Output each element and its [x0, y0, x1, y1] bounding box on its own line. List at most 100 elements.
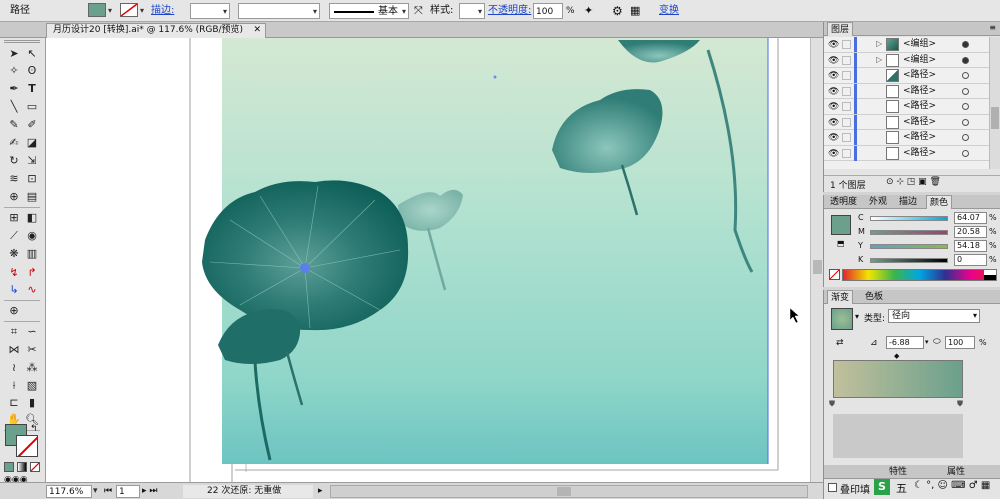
tab-stroke[interactable]: 描边: [896, 195, 920, 209]
layer-name[interactable]: <路径>: [903, 116, 936, 129]
stroke-color-swatch[interactable]: [120, 3, 138, 17]
yellow-track[interactable]: [870, 244, 948, 249]
lock-toggle[interactable]: [842, 133, 851, 142]
layer-name[interactable]: <路径>: [903, 85, 936, 98]
pen-tool-icon[interactable]: ✒: [6, 81, 22, 97]
target-circle-icon[interactable]: [962, 118, 969, 126]
color-mode-icon[interactable]: [4, 462, 14, 472]
ime-logo-icon[interactable]: S: [874, 479, 890, 495]
gradient-type-select[interactable]: 径向 ▾: [888, 309, 980, 323]
blob-brush-tool-icon[interactable]: ✍: [6, 135, 22, 151]
graph-tool-icon[interactable]: ▥: [24, 246, 40, 262]
gradient-tool-icon[interactable]: ◧: [24, 210, 40, 226]
visibility-eye-icon[interactable]: 👁︎: [828, 71, 839, 81]
angle-dropdown-icon[interactable]: ▾: [925, 338, 929, 346]
gradient-mode-icon[interactable]: [17, 462, 27, 472]
vertical-scrollbar[interactable]: [810, 38, 823, 482]
slice-tool-icon[interactable]: ↳: [6, 282, 22, 298]
align-icon[interactable]: ▦: [630, 3, 640, 19]
stroke-dropdown-icon[interactable]: ▾: [140, 3, 144, 19]
visibility-eye-icon[interactable]: 👁︎: [828, 87, 839, 97]
crosshair-target-icon[interactable]: ⊕: [6, 303, 22, 319]
magenta-track[interactable]: [870, 230, 948, 235]
gradient-dropdown-icon[interactable]: ▾: [855, 312, 859, 321]
tab-swatches[interactable]: 色板: [862, 290, 886, 304]
scrollbar-thumb[interactable]: [557, 487, 571, 496]
magenta-value[interactable]: 20.58: [954, 226, 987, 238]
graphic-style-select[interactable]: ▾: [459, 3, 485, 19]
lasso-tool-icon[interactable]: ʘ: [24, 63, 40, 79]
cyan-value[interactable]: 64.07: [954, 212, 987, 224]
artboard-tool-icon[interactable]: ⌗: [6, 324, 22, 340]
target-circle-icon[interactable]: [962, 103, 969, 110]
gradient-preview-swatch[interactable]: [831, 308, 853, 330]
close-icon[interactable]: ✕: [253, 24, 261, 37]
gradient-stop-right[interactable]: ⛊: [957, 399, 963, 409]
toolbox-grip[interactable]: [4, 40, 40, 43]
visibility-eye-icon[interactable]: 👁︎: [828, 40, 839, 50]
horizontal-scrollbar[interactable]: [330, 485, 808, 498]
lock-toggle[interactable]: [842, 71, 851, 80]
yellow-slider[interactable]: Y 54.18 %: [858, 240, 998, 253]
visibility-eye-icon[interactable]: 👁︎: [828, 133, 839, 143]
canvas-area[interactable]: [46, 38, 823, 482]
gradient-stop-left[interactable]: ⛊: [829, 399, 835, 409]
layers-scrollbar[interactable]: [989, 37, 1000, 169]
scrollbar-thumb[interactable]: [991, 107, 999, 129]
mesh-tool-icon[interactable]: ⊞: [6, 210, 22, 226]
recolor-icon[interactable]: ✦: [584, 3, 593, 19]
layer-row[interactable]: 👁︎ <路径>: [824, 114, 989, 130]
out-of-gamut-icon[interactable]: ⬒: [837, 239, 845, 248]
layer-row[interactable]: 👁︎ <路径>: [824, 145, 989, 161]
lock-toggle[interactable]: [842, 102, 851, 111]
gradient-angle-input[interactable]: -6.88: [886, 336, 924, 349]
target-circle-icon[interactable]: [962, 41, 969, 48]
line-tool-icon[interactable]: ╲: [6, 99, 22, 115]
midpoint-diamond-icon[interactable]: ◆: [894, 352, 899, 360]
expand-triangle-icon[interactable]: ▷: [876, 39, 882, 48]
scale-tool-icon[interactable]: ⇲: [24, 153, 40, 169]
target-circle-icon[interactable]: [962, 56, 969, 64]
ime-mode-label[interactable]: 五: [896, 480, 907, 496]
ime-toolbar-icons[interactable]: ☾ °, ☺ ⌨ ♂ ▦: [914, 480, 990, 491]
artboard-path-icon[interactable]: ∿: [24, 282, 40, 298]
layer-name[interactable]: <路径>: [903, 100, 936, 113]
eyedropper-measure-icon[interactable]: ⟊: [6, 378, 22, 394]
tab-layers[interactable]: 图层: [827, 22, 854, 36]
visibility-eye-icon[interactable]: 👁︎: [828, 56, 839, 66]
none-color-swatch[interactable]: [829, 269, 840, 280]
stroke-weight-link[interactable]: 描边:: [151, 3, 174, 19]
tab-attributes[interactable]: 特性: [886, 465, 910, 479]
panel-menu-icon[interactable]: ≡: [989, 23, 996, 32]
shape-builder-tool-icon[interactable]: ⊕: [6, 189, 22, 205]
layer-row[interactable]: 👁︎ ▷ <编组>: [824, 52, 989, 68]
variable-width-select[interactable]: ▾: [238, 3, 320, 19]
visibility-eye-icon[interactable]: 👁︎: [828, 118, 839, 128]
crop-tool-icon[interactable]: ⊏: [6, 395, 22, 411]
gradient-ratio-input[interactable]: 100: [945, 336, 975, 349]
fill-color-swatch[interactable]: [88, 3, 106, 17]
layer-name[interactable]: <路径>: [903, 69, 936, 82]
rectangle-tool-icon[interactable]: ▭: [24, 99, 40, 115]
layer-row[interactable]: 👁︎ ▷ <编组>: [824, 37, 989, 53]
black-track[interactable]: [870, 258, 948, 263]
black-white-swatch[interactable]: [984, 270, 996, 280]
layer-actions-icons[interactable]: ⊙ ⊹ ◳ ▣ 🗑︎: [886, 177, 941, 187]
scrollbar-thumb[interactable]: [813, 260, 822, 274]
expand-triangle-icon[interactable]: ▷: [876, 55, 882, 64]
layer-row[interactable]: 👁︎ <路径>: [824, 83, 989, 99]
warp-tool-icon[interactable]: ≋: [6, 171, 22, 187]
zoom-dropdown-icon[interactable]: ▾: [93, 485, 98, 498]
stroke-color-box[interactable]: [16, 435, 38, 457]
paintbrush-tool-icon[interactable]: ✎: [6, 117, 22, 133]
scissors-tool-icon[interactable]: ✂: [24, 342, 40, 358]
tab-properties[interactable]: 属性: [944, 465, 968, 479]
black-slider[interactable]: K 0 %: [858, 254, 998, 267]
lock-toggle[interactable]: [842, 40, 851, 49]
target-circle-icon[interactable]: [962, 149, 969, 157]
black-value[interactable]: 0: [954, 254, 987, 266]
selection-tool-icon[interactable]: ➤: [6, 46, 22, 62]
layer-row[interactable]: 👁︎ <路径>: [824, 68, 989, 84]
none-mode-icon[interactable]: [30, 462, 40, 472]
color-fill-preview[interactable]: [831, 215, 851, 235]
